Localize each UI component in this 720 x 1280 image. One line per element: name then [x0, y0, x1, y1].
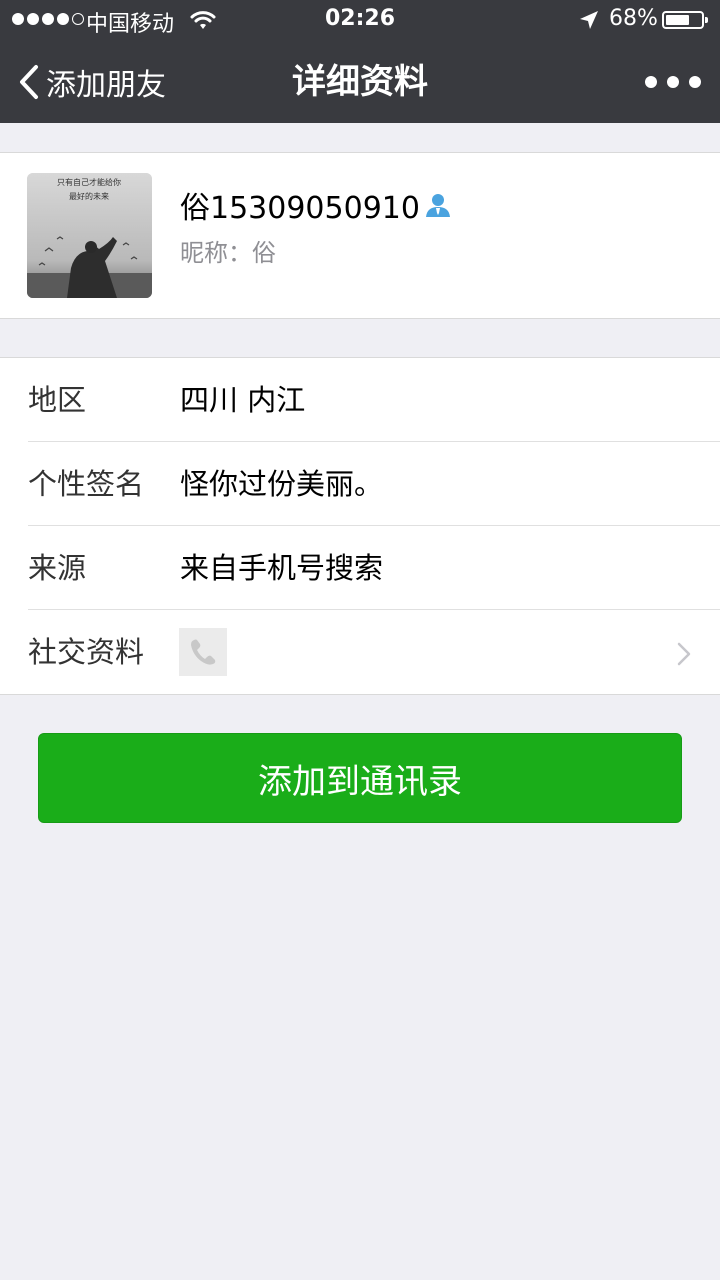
more-icon[interactable]: [645, 68, 701, 96]
contact-person-icon: [425, 194, 450, 217]
avatar-caption-line2: 最好的未来: [69, 191, 109, 201]
phone-icon: [179, 628, 227, 676]
source-value: 来自手机号搜索: [180, 551, 384, 585]
info-row-signature: 个性签名 怪你过份美丽。: [0, 442, 720, 526]
signature-value: 怪你过份美丽。: [180, 467, 384, 501]
battery-icon: [662, 11, 708, 29]
avatar-caption-line1: 只有自己才能给你: [57, 177, 121, 187]
region-value: 四川 内江: [180, 383, 306, 417]
region-label: 地区: [28, 383, 87, 417]
avatar[interactable]: 只有自己才能给你 最好的未来: [27, 173, 152, 298]
profile-name: 俗15309050910: [180, 191, 420, 226]
location-arrow-icon: [578, 9, 600, 37]
profile-card: 只有自己才能给你 最好的未来 俗15309050910 昵称：俗: [0, 152, 720, 319]
profile-name-row: 俗15309050910: [180, 183, 452, 227]
page-title: 详细资料: [292, 62, 428, 102]
info-list: 地区 四川 内江 个性签名 怪你过份美丽。 来源 来自手机号搜索 社交资料: [0, 357, 720, 695]
social-label: 社交资料: [28, 635, 145, 669]
navigation-bar: 添加朋友 详细资料: [0, 40, 720, 123]
info-row-social[interactable]: 社交资料: [0, 610, 720, 695]
profile-nickname: 昵称：俗: [180, 239, 276, 267]
source-label: 来源: [28, 551, 87, 585]
info-row-source: 来源 来自手机号搜索: [0, 526, 720, 610]
battery-percentage: 68%: [609, 6, 658, 31]
status-bar: 中国移动 02:26 68%: [0, 0, 720, 40]
signature-label: 个性签名: [28, 467, 145, 501]
chevron-right-icon: [677, 642, 691, 666]
add-to-contacts-button[interactable]: 添加到通讯录: [38, 733, 682, 823]
info-row-region: 地区 四川 内江: [0, 358, 720, 442]
